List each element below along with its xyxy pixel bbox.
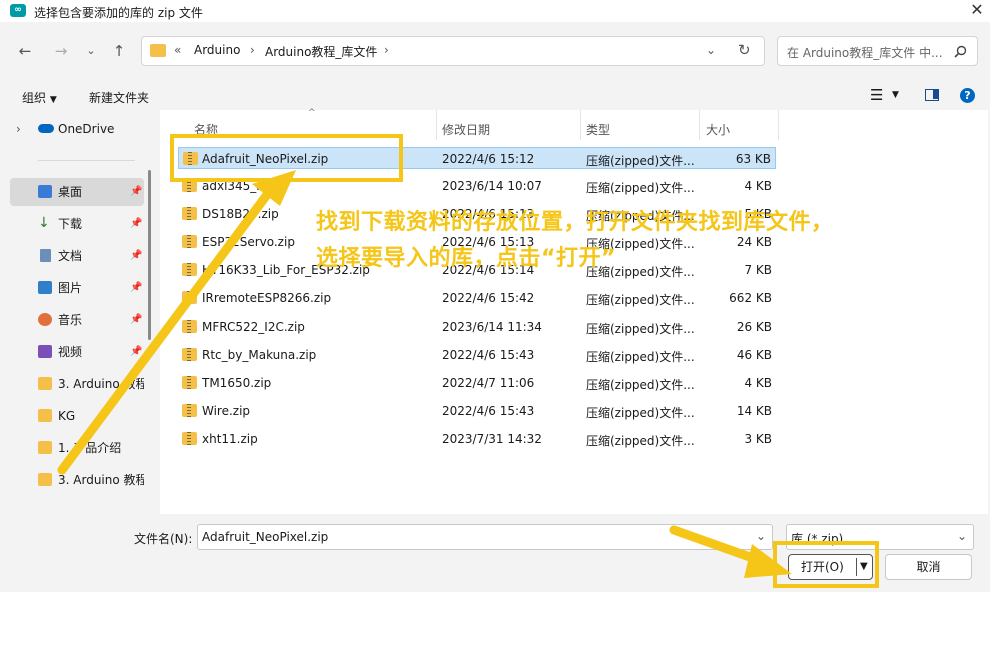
arrow-head-icon bbox=[744, 544, 792, 578]
annotation-line-1: 找到下载资料的存放位置，打开文件夹找到库文件， bbox=[316, 210, 834, 235]
annotation-line-2: 选择要导入的库，点击“打开” bbox=[316, 246, 616, 271]
arrow-to-file bbox=[57, 183, 277, 475]
annotation-arrows bbox=[57, 170, 792, 578]
